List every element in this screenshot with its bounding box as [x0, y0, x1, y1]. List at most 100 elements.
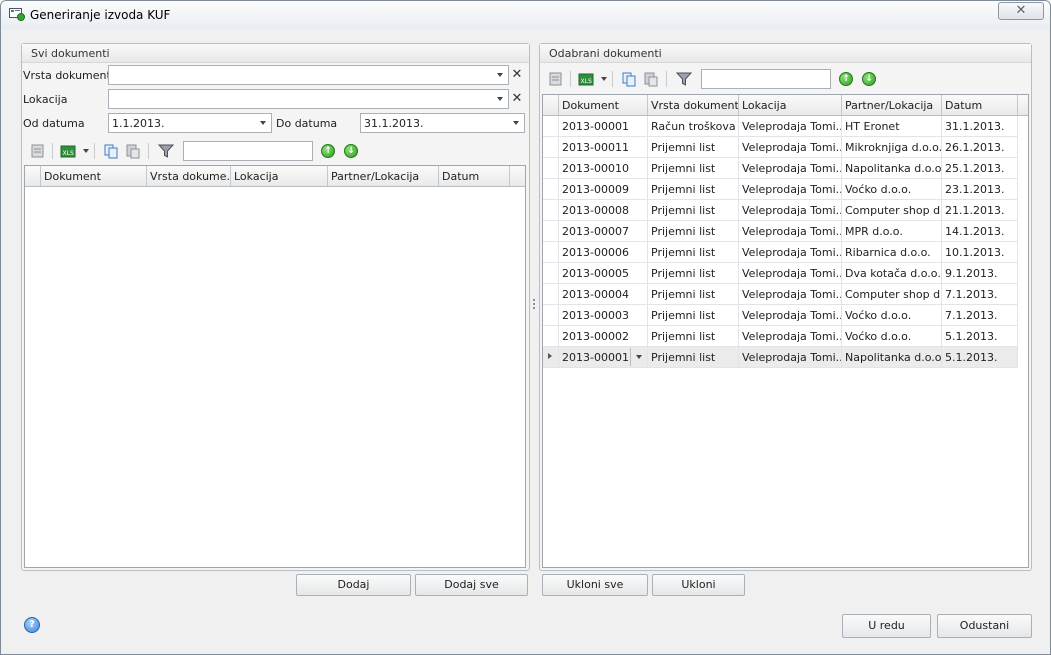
table-cell[interactable]: 2013-00008	[559, 200, 648, 220]
move-up-icon[interactable]: ↑	[321, 144, 335, 158]
table-cell[interactable]: Prijemni list	[648, 179, 739, 199]
table-cell[interactable]: 14.1.2013.	[942, 221, 1018, 241]
table-row[interactable]: 2013-00004 Prijemni list Veleprodaja Tomi.…	[543, 284, 1018, 305]
table-cell[interactable]: Prijemni list	[648, 347, 739, 367]
excel-export-icon[interactable]: XLS	[578, 71, 596, 87]
table-row[interactable]: 2013-00002 Prijemni list Veleprodaja Tomi.…	[543, 326, 1018, 347]
table-cell[interactable]: 25.1.2013.	[942, 158, 1018, 178]
table-cell[interactable]: Napolitanka d.o.o.	[842, 347, 942, 367]
table-cell[interactable]: Veleprodaja Tomi...	[739, 326, 842, 346]
column-header[interactable]: Partner/Lokacija	[328, 166, 439, 186]
table-cell[interactable]: 2013-00004	[559, 284, 648, 304]
table-cell[interactable]: Veleprodaja Tomi...	[739, 347, 842, 367]
table-cell[interactable]: 7.1.2013.	[942, 284, 1018, 304]
table-cell[interactable]: 26.1.2013.	[942, 137, 1018, 157]
filter-icon[interactable]	[676, 71, 692, 87]
lokacija-combo[interactable]	[108, 89, 509, 109]
selected-documents-grid[interactable]: Dokument Vrsta dokumenta Lokacija Partne…	[542, 94, 1029, 568]
row-indicator[interactable]	[543, 284, 559, 304]
clear-vrsta-icon[interactable]: ✕	[509, 66, 525, 84]
close-button[interactable]: ✕	[998, 2, 1044, 20]
help-icon[interactable]: ?	[24, 617, 40, 633]
add-button[interactable]: Dodaj	[296, 574, 411, 596]
row-indicator[interactable]	[543, 326, 559, 346]
move-down-icon[interactable]: ↓	[344, 144, 358, 158]
row-indicator[interactable]	[543, 137, 559, 157]
panel-splitter[interactable]	[532, 297, 536, 313]
table-cell[interactable]: Veleprodaja Tomi...	[739, 116, 842, 136]
copy-icon[interactable]	[103, 143, 119, 159]
table-cell[interactable]: HT Eronet	[842, 116, 942, 136]
table-cell[interactable]: 5.1.2013.	[942, 347, 1018, 367]
table-cell[interactable]: Prijemni list	[648, 263, 739, 283]
table-cell[interactable]: Veleprodaja Tomi...	[739, 221, 842, 241]
table-cell[interactable]: 2013-00007	[559, 221, 648, 241]
left-search-input[interactable]	[183, 141, 313, 161]
table-cell[interactable]: Veleprodaja Tomi...	[739, 137, 842, 157]
table-cell[interactable]: 2013-00010	[559, 158, 648, 178]
table-cell[interactable]: 2013-00003	[559, 305, 648, 325]
table-cell[interactable]: Prijemni list	[648, 242, 739, 262]
table-cell[interactable]: Prijemni list	[648, 284, 739, 304]
copy-icon[interactable]	[621, 71, 637, 87]
clear-lokacija-icon[interactable]: ✕	[509, 90, 525, 108]
table-row[interactable]: 2013-00006 Prijemni list Veleprodaja Tomi.…	[543, 242, 1018, 263]
row-indicator[interactable]	[543, 179, 559, 199]
table-row[interactable]: 2013-00009 Prijemni list Veleprodaja Tomi.…	[543, 179, 1018, 200]
table-row[interactable]: 2013-00008 Prijemni list Veleprodaja Tomi.…	[543, 200, 1018, 221]
remove-button[interactable]: Ukloni	[652, 574, 745, 596]
table-cell[interactable]: Veleprodaja Tomi...	[739, 263, 842, 283]
chevron-down-icon[interactable]	[630, 348, 647, 366]
table-cell[interactable]: 2013-00001	[559, 116, 648, 136]
table-cell[interactable]: 31.1.2013.	[942, 116, 1018, 136]
column-header[interactable]: Lokacija	[231, 166, 328, 186]
table-cell[interactable]: 2013-00009	[559, 179, 648, 199]
chevron-down-icon[interactable]	[83, 149, 89, 153]
table-cell[interactable]: Prijemni list	[648, 305, 739, 325]
row-indicator[interactable]	[543, 221, 559, 241]
table-cell[interactable]: 2013-00011	[559, 137, 648, 157]
table-cell[interactable]: 21.1.2013.	[942, 200, 1018, 220]
table-cell[interactable]: Prijemni list	[648, 200, 739, 220]
table-cell[interactable]: 5.1.2013.	[942, 326, 1018, 346]
table-cell[interactable]: 2013-00005	[559, 263, 648, 283]
table-cell[interactable]: Veleprodaja Tomi...	[739, 158, 842, 178]
all-documents-grid[interactable]: Dokument Vrsta dokume... Lokacija Partne…	[24, 165, 526, 568]
chevron-down-icon[interactable]	[255, 114, 271, 132]
column-header[interactable]: Dokument	[41, 166, 147, 186]
paste-icon[interactable]	[643, 71, 659, 87]
table-cell[interactable]: 9.1.2013.	[942, 263, 1018, 283]
add-all-button[interactable]: Dodaj sve	[415, 574, 528, 596]
cancel-button[interactable]: Odustani	[937, 614, 1032, 638]
row-indicator[interactable]	[543, 347, 559, 367]
right-search-input[interactable]	[701, 69, 831, 89]
table-cell[interactable]: MPR d.o.o.	[842, 221, 942, 241]
table-cell[interactable]: Mikroknjiga d.o.o.	[842, 137, 942, 157]
delete-rows-icon[interactable]	[548, 71, 564, 87]
table-cell[interactable]: Prijemni list	[648, 221, 739, 241]
row-indicator[interactable]	[543, 116, 559, 136]
column-header[interactable]: Datum	[439, 166, 510, 186]
table-row[interactable]: 2013-00005 Prijemni list Veleprodaja Tomi.…	[543, 263, 1018, 284]
paste-icon[interactable]	[125, 143, 141, 159]
table-cell[interactable]: Veleprodaja Tomi...	[739, 179, 842, 199]
table-cell[interactable]: Prijemni list	[648, 158, 739, 178]
table-cell[interactable]: Napolitanka d.o.o.	[842, 158, 942, 178]
table-cell[interactable]: 7.1.2013.	[942, 305, 1018, 325]
filter-icon[interactable]	[158, 143, 174, 159]
row-indicator[interactable]	[543, 158, 559, 178]
row-indicator[interactable]	[543, 305, 559, 325]
table-cell[interactable]: Ribarnica d.o.o.	[842, 242, 942, 262]
ok-button[interactable]: U redu	[842, 614, 931, 638]
row-indicator[interactable]	[543, 263, 559, 283]
table-cell[interactable]: Veleprodaja Tomi...	[739, 200, 842, 220]
table-cell[interactable]: Veleprodaja Tomi...	[739, 305, 842, 325]
table-cell[interactable]: Prijemni list	[648, 326, 739, 346]
column-header[interactable]: Partner/Lokacija	[842, 95, 942, 115]
table-cell[interactable]: Voćko d.o.o.	[842, 179, 942, 199]
table-cell[interactable]: 10.1.2013.	[942, 242, 1018, 262]
table-row[interactable]: 2013-00001 Prijemni list Veleprodaja Tomi.…	[543, 347, 1018, 368]
table-cell[interactable]: Veleprodaja Tomi...	[739, 284, 842, 304]
column-header[interactable]: Vrsta dokume...	[147, 166, 231, 186]
table-row[interactable]: 2013-00010 Prijemni list Veleprodaja Tomi.…	[543, 158, 1018, 179]
